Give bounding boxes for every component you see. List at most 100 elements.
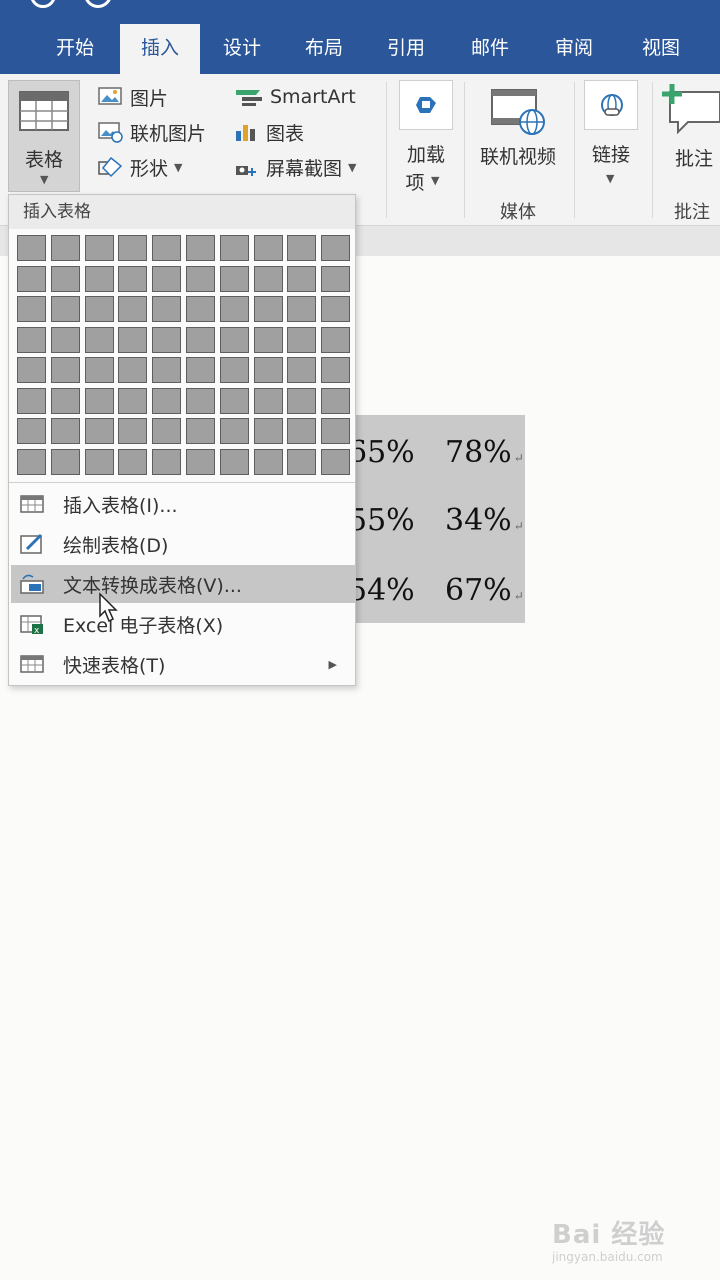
grid-cell[interactable]	[152, 296, 182, 322]
menu-item-excel-table[interactable]: x Excel 电子表格(X)	[11, 605, 355, 643]
grid-cell[interactable]	[186, 448, 215, 475]
grid-cell[interactable]	[84, 296, 114, 322]
grid-cell[interactable]	[287, 235, 317, 261]
grid-cell[interactable]	[84, 387, 114, 414]
grid-cell[interactable]	[118, 448, 148, 475]
grid-cell[interactable]	[321, 265, 351, 292]
smartart-button[interactable]: SmartArt	[234, 82, 356, 112]
grid-cell[interactable]	[152, 326, 182, 353]
grid-cell[interactable]	[50, 387, 80, 414]
grid-cell[interactable]	[118, 326, 148, 353]
grid-cell[interactable]	[84, 418, 114, 444]
tab-4[interactable]: 引用	[372, 24, 440, 74]
grid-cell[interactable]	[253, 448, 283, 475]
tab-6[interactable]: 审阅	[540, 24, 608, 74]
grid-cell[interactable]	[152, 265, 182, 292]
grid-cell[interactable]	[219, 357, 249, 383]
chart-button[interactable]: 图表	[234, 117, 304, 147]
grid-cell[interactable]	[50, 265, 80, 292]
grid-cell[interactable]	[219, 448, 249, 475]
grid-cell[interactable]	[50, 448, 80, 475]
link-button[interactable]: 链接 ▼	[580, 80, 642, 190]
grid-cell[interactable]	[253, 418, 283, 444]
tab-7[interactable]: 视图	[622, 24, 700, 74]
grid-cell[interactable]	[17, 326, 46, 353]
grid-cell[interactable]	[321, 418, 351, 444]
table-size-grid[interactable]	[17, 235, 351, 477]
grid-cell[interactable]	[84, 326, 114, 353]
grid-cell[interactable]	[17, 448, 46, 475]
grid-cell[interactable]	[118, 265, 148, 292]
redo-icon[interactable]	[84, 0, 112, 8]
menu-item-draw-table[interactable]: 绘制表格(D)	[11, 525, 355, 563]
grid-cell[interactable]	[118, 235, 148, 261]
menu-item-table[interactable]: 插入表格(I)...	[11, 485, 355, 523]
tab-3[interactable]: 布局	[290, 24, 358, 74]
grid-cell[interactable]	[219, 296, 249, 322]
grid-cell[interactable]	[17, 235, 46, 261]
grid-cell[interactable]	[17, 387, 46, 414]
grid-cell[interactable]	[186, 235, 215, 261]
grid-cell[interactable]	[50, 326, 80, 353]
tab-2[interactable]: 设计	[208, 24, 276, 74]
grid-cell[interactable]	[118, 387, 148, 414]
tab-5[interactable]: 邮件	[456, 24, 524, 74]
comment-button[interactable]: 批注	[660, 80, 720, 180]
grid-cell[interactable]	[50, 235, 80, 261]
tab-1[interactable]: 插入	[120, 24, 200, 74]
grid-cell[interactable]	[118, 418, 148, 444]
grid-cell[interactable]	[17, 357, 46, 383]
grid-cell[interactable]	[253, 235, 283, 261]
online-picture-button[interactable]: 联机图片	[98, 117, 206, 147]
grid-cell[interactable]	[219, 235, 249, 261]
menu-item-convert-text-table[interactable]: 文本转换成表格(V)...	[11, 565, 355, 603]
grid-cell[interactable]	[84, 235, 114, 261]
grid-cell[interactable]	[321, 387, 351, 414]
grid-cell[interactable]	[287, 296, 317, 322]
grid-cell[interactable]	[152, 357, 182, 383]
grid-cell[interactable]	[253, 357, 283, 383]
table-button[interactable]: 表格 ▼	[8, 80, 80, 192]
grid-cell[interactable]	[118, 296, 148, 322]
grid-cell[interactable]	[50, 296, 80, 322]
grid-cell[interactable]	[186, 357, 215, 383]
grid-cell[interactable]	[84, 448, 114, 475]
grid-cell[interactable]	[17, 265, 46, 292]
menu-item-quick-table[interactable]: 快速表格(T) ▶	[11, 645, 355, 683]
grid-cell[interactable]	[118, 357, 148, 383]
grid-cell[interactable]	[253, 326, 283, 353]
grid-cell[interactable]	[186, 265, 215, 292]
grid-cell[interactable]	[321, 357, 351, 383]
grid-cell[interactable]	[287, 448, 317, 475]
picture-button[interactable]: 图片	[98, 82, 168, 112]
undo-icon[interactable]	[30, 0, 56, 8]
grid-cell[interactable]	[219, 418, 249, 444]
grid-cell[interactable]	[219, 387, 249, 414]
screenshot-button[interactable]: 屏幕截图 ▼	[234, 152, 356, 182]
grid-cell[interactable]	[17, 296, 46, 322]
grid-cell[interactable]	[219, 265, 249, 292]
tab-0[interactable]: 开始	[45, 24, 105, 74]
grid-cell[interactable]	[253, 296, 283, 322]
grid-cell[interactable]	[152, 448, 182, 475]
grid-cell[interactable]	[152, 387, 182, 414]
grid-cell[interactable]	[152, 235, 182, 261]
grid-cell[interactable]	[152, 418, 182, 444]
grid-cell[interactable]	[253, 387, 283, 414]
grid-cell[interactable]	[219, 326, 249, 353]
grid-cell[interactable]	[186, 296, 215, 322]
grid-cell[interactable]	[17, 418, 46, 444]
grid-cell[interactable]	[321, 235, 351, 261]
grid-cell[interactable]	[186, 387, 215, 414]
grid-cell[interactable]	[186, 418, 215, 444]
grid-cell[interactable]	[50, 357, 80, 383]
grid-cell[interactable]	[321, 326, 351, 353]
grid-cell[interactable]	[50, 418, 80, 444]
grid-cell[interactable]	[287, 265, 317, 292]
shapes-button[interactable]: 形状 ▼	[98, 152, 182, 182]
grid-cell[interactable]	[287, 387, 317, 414]
addins-button[interactable]: 加载 项 ▼	[397, 80, 455, 196]
grid-cell[interactable]	[287, 326, 317, 353]
grid-cell[interactable]	[321, 448, 351, 475]
grid-cell[interactable]	[321, 296, 351, 322]
